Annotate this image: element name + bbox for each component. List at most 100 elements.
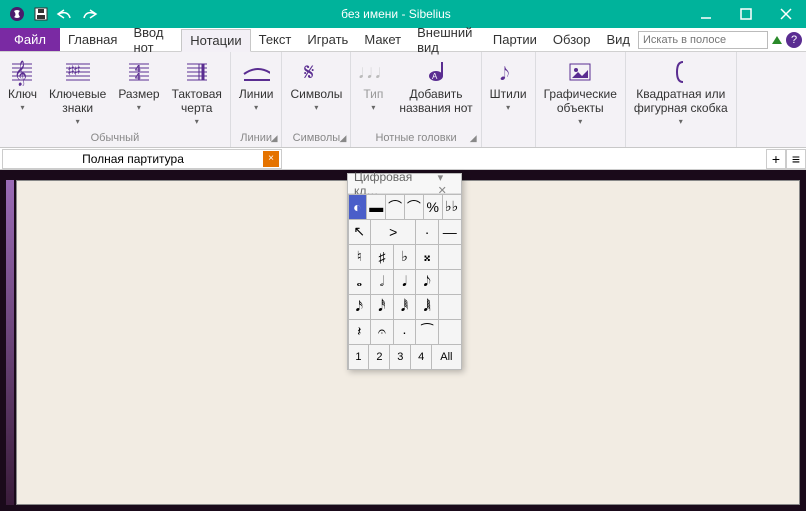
tab-parts[interactable]: Партии [485, 28, 545, 51]
close-document-tab-icon[interactable]: × [263, 151, 279, 167]
collapse-ribbon-icon[interactable] [772, 36, 782, 44]
keypad-cell[interactable]: 𝅝 [348, 269, 372, 295]
file-tab[interactable]: Файл [0, 28, 60, 51]
add-note-names-button[interactable]: A Добавить названия нот [393, 56, 478, 118]
keypad-tab-6[interactable]: ♭♭ [442, 194, 462, 220]
keypad-cell[interactable]: 𝄽 [348, 319, 372, 345]
add-tab-button[interactable]: + [766, 149, 786, 169]
keypad-cell[interactable]: ⁀ [415, 319, 439, 345]
keypad-cell[interactable]: > [370, 219, 416, 245]
keypad-cell[interactable]: 𝅘𝅥𝅮 [415, 269, 439, 295]
svg-text:𝅘𝅥 𝅘𝅥 𝅘𝅥: 𝅘𝅥 𝅘𝅥 𝅘𝅥 [359, 65, 380, 81]
ribbon: 𝄞 Ключ▾ ♯♯ Ключевые знаки▾ 44 Размер▾ Та… [0, 52, 806, 148]
keypad-cell[interactable]: ♯ [370, 244, 394, 270]
keypad-voice-1[interactable]: 1 [348, 344, 370, 370]
keypad-tab-row: ◐ ▬ ⌒ ⌒ % ♭♭ [348, 194, 461, 219]
notehead-type-icon: 𝅘𝅥 𝅘𝅥 𝅘𝅥 [359, 58, 387, 86]
keypad-cell[interactable]: ♮ [348, 244, 372, 270]
keypad-voice-all[interactable]: All [431, 344, 461, 370]
tab-menu-button[interactable]: ≡ [786, 149, 806, 169]
dialog-launcher-icon[interactable]: ◢ [470, 133, 477, 144]
keypad-cell[interactable]: 𝅘𝅥 [393, 269, 417, 295]
keypad-cell[interactable]: 𝅗𝅥 [370, 269, 394, 295]
lines-icon [242, 58, 270, 86]
dialog-launcher-icon[interactable]: ◢ [339, 133, 346, 144]
keypad-cell[interactable] [438, 294, 462, 320]
symbols-icon: 𝄋 [302, 58, 330, 86]
key-signature-icon: ♯♯ [64, 58, 92, 86]
close-button[interactable] [766, 0, 806, 28]
keypad-cell[interactable]: 𝄪 [415, 244, 439, 270]
svg-text:𝄋: 𝄋 [304, 59, 314, 86]
barline-icon [183, 58, 211, 86]
window-controls [686, 0, 806, 28]
title-bar: без имени - Sibelius [0, 0, 806, 28]
document-tab[interactable]: Полная партитура × [2, 149, 282, 169]
notehead-type-button[interactable]: 𝅘𝅥 𝅘𝅥 𝅘𝅥 Тип▾ [353, 56, 393, 114]
graphics-button[interactable]: Графические объекты▾ [538, 56, 623, 128]
svg-text:𝄞: 𝄞 [14, 60, 27, 86]
maximize-button[interactable] [726, 0, 766, 28]
tab-review[interactable]: Обзор [545, 28, 599, 51]
time-signature-button[interactable]: 44 Размер▾ [112, 56, 165, 114]
search-input[interactable] [638, 31, 768, 49]
graphics-icon [566, 58, 594, 86]
tab-note-input[interactable]: Ввод нот [125, 28, 181, 51]
keypad-cell[interactable]: 𝅘𝅥𝅰 [370, 294, 394, 320]
tab-layout[interactable]: Макет [356, 28, 409, 51]
keypad-voice-2[interactable]: 2 [368, 344, 390, 370]
keypad-cell[interactable]: 𝅘𝅥𝅯 [348, 294, 372, 320]
group-common: 𝄞 Ключ▾ ♯♯ Ключевые знаки▾ 44 Размер▾ Та… [0, 52, 231, 147]
barline-button[interactable]: Тактовая черта▾ [166, 56, 228, 128]
keypad-cell[interactable] [438, 244, 462, 270]
tab-appearance[interactable]: Внешний вид [409, 28, 485, 51]
keypad-cell[interactable] [438, 319, 462, 345]
save-icon[interactable] [30, 3, 52, 25]
keypad-tab-3[interactable]: ⌒ [385, 194, 405, 220]
keypad-voice-4[interactable]: 4 [410, 344, 432, 370]
keypad-tab-4[interactable]: ⌒ [404, 194, 424, 220]
tab-home[interactable]: Главная [60, 28, 125, 51]
keypad-voice-3[interactable]: 3 [389, 344, 411, 370]
keypad-cell[interactable]: · [415, 219, 439, 245]
brackets-button[interactable]: Квадратная или фигурная скобка▾ [628, 56, 734, 128]
ribbon-tabs: Файл Главная Ввод нот Нотации Текст Игра… [0, 28, 806, 52]
redo-icon[interactable] [78, 3, 100, 25]
keypad-cell[interactable]: 𝅘𝅥𝅲 [415, 294, 439, 320]
tab-notations[interactable]: Нотации [181, 29, 250, 52]
help-icon[interactable]: ? [786, 32, 802, 48]
group-label-symbols: Символы◢ [282, 130, 350, 147]
lines-button[interactable]: Линии▾ [233, 56, 280, 114]
group-label-common: Обычный [0, 130, 230, 147]
undo-icon[interactable] [54, 3, 76, 25]
key-signature-button[interactable]: ♯♯ Ключевые знаки▾ [43, 56, 112, 128]
group-symbols: 𝄋 Символы▾ Символы◢ [282, 52, 351, 147]
group-lines: Линии▾ Линии◢ [231, 52, 283, 147]
keypad-tab-1[interactable]: ◐ [348, 194, 368, 220]
keypad-tab-2[interactable]: ▬ [366, 194, 386, 220]
keypad-cell[interactable]: ♭ [393, 244, 417, 270]
canvas-sidebar [6, 180, 14, 505]
keypad-cell[interactable]: ↖ [348, 219, 372, 245]
keypad-main-grid: ↖ > · — ♮ ♯ ♭ 𝄪 𝅝 𝅗𝅥 𝅘𝅥 𝅘𝅥𝅮 𝅘𝅥𝅯 𝅘𝅥𝅰 𝅘𝅥𝅱 … [348, 219, 461, 344]
keypad-tab-5[interactable]: % [423, 194, 443, 220]
dialog-launcher-icon[interactable]: ◢ [271, 133, 278, 144]
symbols-button[interactable]: 𝄋 Символы▾ [284, 56, 348, 114]
app-icon[interactable] [6, 3, 28, 25]
keypad-cell[interactable]: · [393, 319, 417, 345]
svg-text:♯♯: ♯♯ [68, 63, 80, 77]
keypad-cell[interactable]: 𝄐 [370, 319, 394, 345]
add-note-names-icon: A [422, 58, 450, 86]
clef-button[interactable]: 𝄞 Ключ▾ [2, 56, 43, 114]
keypad-cell[interactable] [438, 269, 462, 295]
keypad-cell[interactable]: — [438, 219, 462, 245]
minimize-button[interactable] [686, 0, 726, 28]
tab-view[interactable]: Вид [598, 28, 638, 51]
keypad-title-bar[interactable]: Цифровая кл… ▾ ✕ [348, 174, 461, 194]
tab-play[interactable]: Играть [299, 28, 356, 51]
tab-text[interactable]: Текст [251, 28, 300, 51]
keypad-cell[interactable]: 𝅘𝅥𝅱 [393, 294, 417, 320]
keypad-footer: 1 2 3 4 All [348, 344, 461, 369]
stems-button[interactable]: 𝅘𝅥𝅮 Штили▾ [484, 56, 533, 114]
document-tab-bar: Полная партитура × + ≡ [0, 148, 806, 170]
